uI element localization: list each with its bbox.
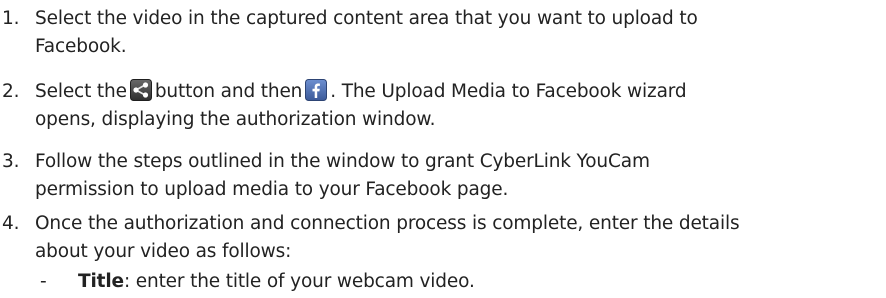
step-number: 3. — [2, 151, 20, 172]
step-line: Follow the steps outlined in the window … — [35, 151, 650, 172]
subitem-text: : enter the title of your webcam video. — [123, 271, 475, 292]
step-line: Select the button and then . The Upload … — [35, 78, 885, 106]
step-line: about your video as follows: — [35, 241, 292, 262]
step-line: Select the video in the captured content… — [35, 8, 698, 29]
step-number: 1. — [2, 8, 20, 29]
step-fragment: button and then — [154, 81, 303, 102]
step-line: opens, displaying the authorization wind… — [35, 109, 436, 130]
step-number: 2. — [2, 81, 20, 102]
facebook-icon — [305, 79, 328, 101]
share-icon — [129, 79, 152, 101]
step-fragment: . The Upload Media to Facebook wizard — [330, 81, 687, 102]
step-line: permission to upload media to your Faceb… — [35, 179, 509, 200]
step-line: Facebook. — [35, 36, 127, 57]
step-line: Once the authorization and connection pr… — [35, 213, 740, 234]
step-number: 4. — [2, 213, 20, 234]
subitem-title: - Title: enter the title of your webcam v… — [40, 268, 475, 296]
subitem-label: Title — [78, 271, 124, 292]
step-text: Follow the steps outlined in the window … — [35, 148, 885, 204]
step-text: Select the video in the captured content… — [35, 5, 885, 61]
step-text: Once the authorization and connection pr… — [35, 210, 885, 266]
instructions-document: 1. Select the video in the captured cont… — [0, 0, 886, 298]
list-dash: - — [40, 271, 47, 292]
step-fragment: Select the — [35, 81, 127, 102]
step-text: Select the button and then . The Upload … — [35, 78, 885, 134]
